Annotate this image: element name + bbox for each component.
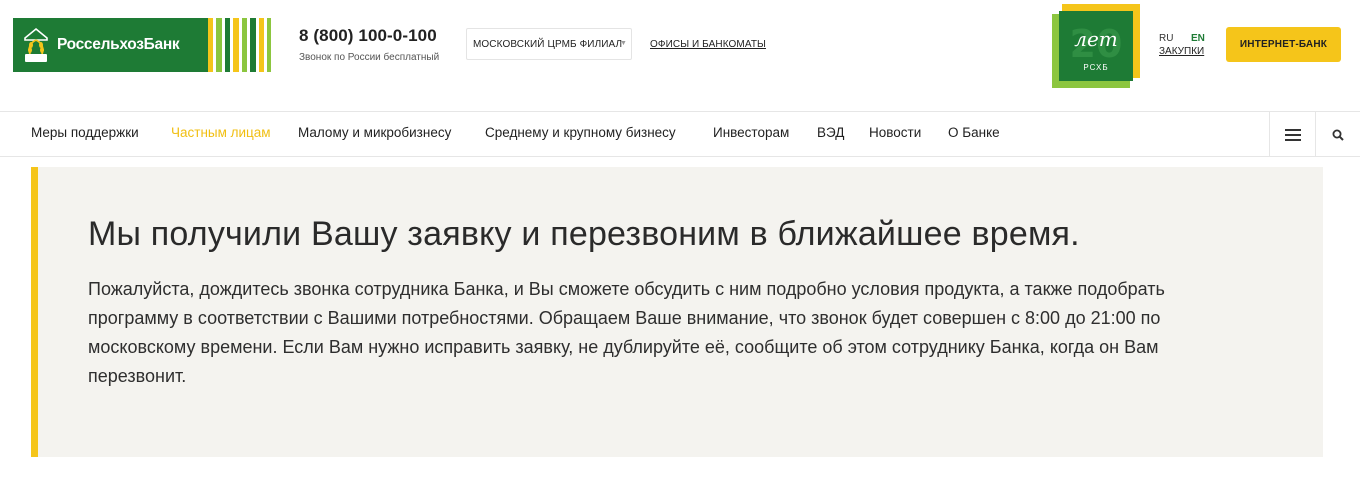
nav-item-individuals[interactable]: Частным лицам bbox=[171, 125, 271, 140]
lang-ru-link[interactable]: RU bbox=[1159, 33, 1173, 44]
region-value: МОСКОВСКИЙ ЦРМБ ФИЛИАЛ bbox=[473, 38, 623, 50]
hotline-phone[interactable]: 8 (800) 100-0-100 bbox=[299, 26, 437, 46]
nav-item-small-business[interactable]: Малому и микробизнесу bbox=[298, 125, 451, 140]
badge-caption: РСХБ bbox=[1083, 63, 1108, 72]
site-header: РоссельхозБанк 8 (800) 100-0-100 Звонок … bbox=[0, 0, 1360, 112]
logo-stripes bbox=[208, 18, 271, 72]
logo-plate: РоссельхозБанк bbox=[13, 18, 208, 72]
confirmation-title: Мы получили Вашу заявку и перезвоним в б… bbox=[88, 215, 1080, 253]
main-nav: Меры поддержки Частным лицам Малому и ми… bbox=[0, 112, 1360, 157]
nav-item-about[interactable]: О Банке bbox=[948, 125, 1000, 140]
nav-item-ved[interactable]: ВЭД bbox=[817, 125, 844, 140]
nav-item-support[interactable]: Меры поддержки bbox=[31, 125, 139, 140]
hamburger-icon bbox=[1284, 128, 1301, 141]
logo-text: РоссельхозБанк bbox=[57, 36, 180, 53]
wheat-emblem-icon bbox=[21, 26, 51, 64]
region-select[interactable]: МОСКОВСКИЙ ЦРМБ ФИЛИАЛ ▼ bbox=[466, 28, 632, 60]
lang-en-link[interactable]: EN bbox=[1191, 33, 1205, 44]
confirmation-panel: Мы получили Вашу заявку и перезвоним в б… bbox=[31, 167, 1323, 457]
offices-atms-link[interactable]: ОФИСЫ И БАНКОМАТЫ bbox=[650, 39, 766, 50]
search-icon bbox=[1332, 129, 1344, 141]
chevron-down-icon: ▼ bbox=[619, 40, 627, 47]
badge-script: лет bbox=[1074, 27, 1118, 51]
nav-item-news[interactable]: Новости bbox=[869, 125, 921, 140]
nav-item-investors[interactable]: Инвесторам bbox=[713, 125, 789, 140]
menu-button[interactable] bbox=[1269, 112, 1316, 157]
search-button[interactable] bbox=[1316, 112, 1360, 157]
confirmation-text: Пожалуйста, дождитесь звонка сотрудника … bbox=[88, 279, 1165, 386]
nav-item-corporate[interactable]: Среднему и крупному бизнесу bbox=[485, 125, 676, 140]
anniversary-badge[interactable]: 20 лет РСХБ bbox=[1052, 4, 1140, 88]
procurement-link[interactable]: ЗАКУПКИ bbox=[1159, 46, 1204, 57]
bank-logo[interactable]: РоссельхозБанк bbox=[13, 18, 273, 72]
hotline-note: Звонок по России бесплатный bbox=[299, 52, 440, 63]
internet-bank-button[interactable]: ИНТЕРНЕТ-БАНК bbox=[1226, 27, 1341, 62]
